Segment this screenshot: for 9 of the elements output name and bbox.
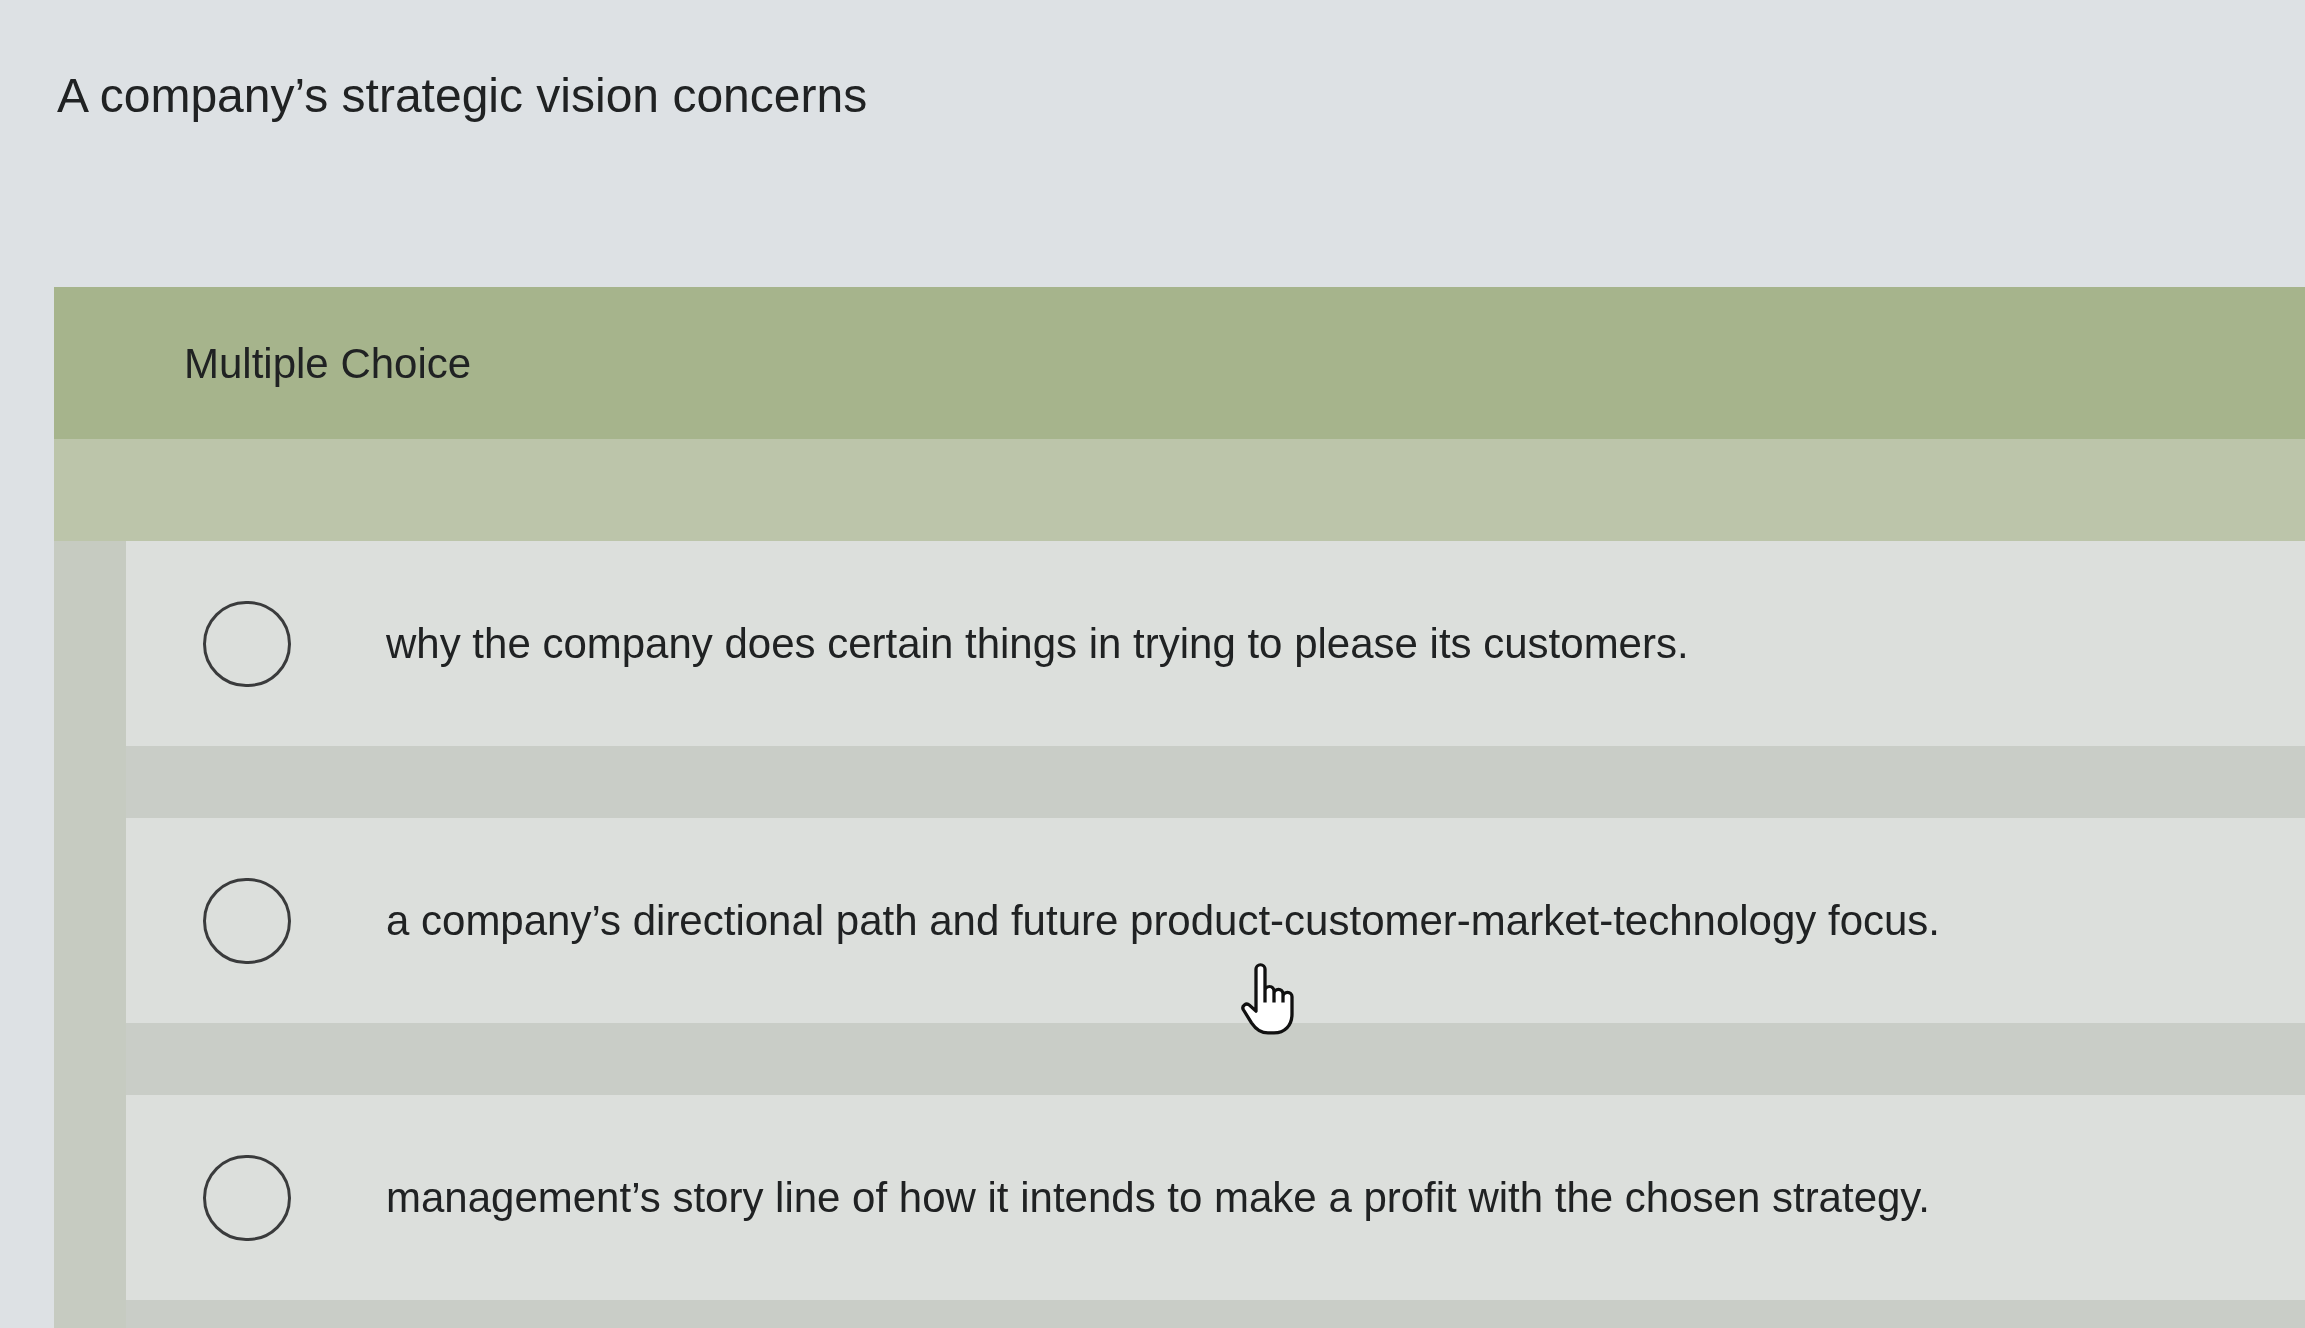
answer-text: a company’s directional path and future product-customer-market-technology focus. [386, 899, 1941, 942]
radio-button[interactable] [203, 600, 291, 687]
panel-title: Multiple Choice [184, 343, 472, 385]
answer-text: why the company does certain things in trying to please its customers. [386, 622, 1689, 665]
answer-text: management’s story line of how it intends to make a profit with the chosen strategy. [386, 1176, 1930, 1219]
question-text: A company’s strategic vision concerns [57, 72, 868, 120]
radio-button[interactable] [203, 877, 291, 964]
radio-button[interactable] [203, 1154, 291, 1241]
hand-cursor-icon [1241, 963, 1295, 1035]
